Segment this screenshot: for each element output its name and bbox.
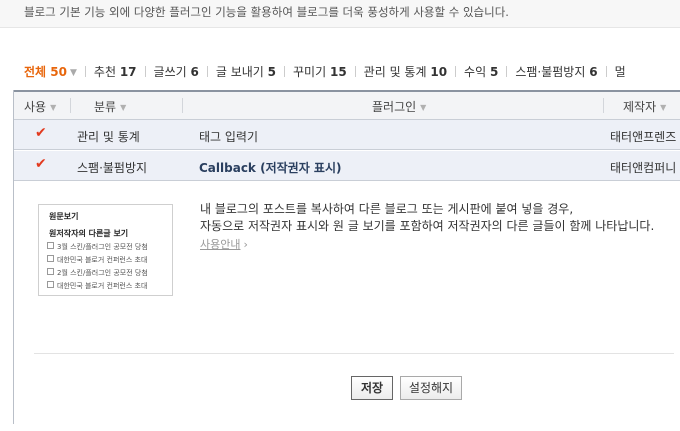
description-line-1: 내 블로그의 포스트를 복사하여 다른 블로그 또는 게시판에 붙여 넣을 경우… — [200, 202, 574, 216]
checkmark-icon[interactable]: ✔ — [35, 156, 47, 172]
save-button[interactable]: 저장 — [351, 376, 393, 400]
column-divider — [603, 98, 604, 113]
tab-separator — [84, 66, 86, 77]
row-maker: 태터앤컴퍼니 — [610, 161, 677, 175]
row-maker: 태터앤프렌즈 — [610, 130, 677, 144]
table-header: 사용 ▼ 분류 ▼ 플러그인 ▼ 제작자 ▼ — [14, 90, 680, 120]
intro-bar: 블로그 기본 기능 외에 다양한 플러그인 기능을 활용하여 블로그를 더욱 풍… — [0, 0, 680, 28]
tab-more[interactable]: 멀 — [615, 63, 626, 80]
row-plugin-name: 태그 입력기 — [199, 130, 259, 144]
tab-separator — [144, 66, 146, 77]
sort-icon: ▼ — [420, 103, 427, 112]
thumbnail-list-item: 대한민국 블로거 컨퍼런스 초대 — [47, 281, 147, 291]
tab-separator — [284, 66, 286, 77]
thumbnail-list-item: 3월 스킨/플러그인 공모전 당첨 — [47, 242, 148, 252]
row-plugin-name: Callback (저작권자 표시) — [199, 161, 342, 175]
tab-recommended[interactable]: 추천 17 — [94, 63, 137, 80]
tab-spam-protection[interactable]: 스팸·불펌방지 6 — [515, 63, 597, 80]
category-tabs: 전체 50 ▼ 추천 17 글쓰기 6 글 보내기 5 꾸미기 15 관리 및 통계 10 수… — [24, 63, 626, 81]
column-use[interactable]: 사용 ▼ — [24, 98, 56, 115]
chevron-down-icon: ▼ — [69, 68, 77, 78]
intro-text: 블로그 기본 기능 외에 다양한 플러그인 기능을 활용하여 블로그를 더욱 풍… — [24, 5, 509, 19]
sort-icon: ▼ — [50, 103, 57, 112]
tab-separator — [206, 66, 208, 77]
tab-all[interactable]: 전체 50 ▼ — [24, 63, 77, 80]
disable-settings-button[interactable]: 설정해지 — [400, 376, 462, 400]
sort-icon: ▼ — [660, 103, 667, 112]
tab-separator — [455, 66, 457, 77]
tab-separator — [354, 66, 356, 77]
column-divider — [70, 98, 71, 113]
tab-management-stats[interactable]: 관리 및 통계 10 — [364, 63, 447, 80]
table-row[interactable]: ✔ 관리 및 통계 태그 입력기 태터앤프렌즈 — [14, 120, 680, 150]
thumbnail-title: 원문보기 — [49, 212, 79, 221]
tab-decorate[interactable]: 꾸미기 15 — [293, 63, 347, 80]
chevron-right-icon: › — [243, 238, 248, 251]
column-divider — [182, 98, 183, 113]
divider — [34, 353, 674, 354]
description-line-2: 자동으로 저작권자 표시와 원 글 보기를 포함하여 저작권자의 다른 글들이 … — [200, 219, 655, 233]
row-category: 스팸·불펌방지 — [77, 161, 148, 175]
tab-writing[interactable]: 글쓰기 6 — [154, 63, 199, 80]
row-category: 관리 및 통계 — [77, 130, 140, 144]
tab-separator — [506, 66, 508, 77]
thumbnail-list-item: 2월 스킨/플러그인 공모전 당첨 — [47, 268, 148, 278]
thumbnail-list-item: 대한민국 블로거 컨퍼런스 초대 — [47, 255, 147, 265]
plugin-detail: 원문보기 원저작자의 다른글 보기 3월 스킨/플러그인 공모전 당첨 대한민국… — [14, 182, 680, 424]
checkmark-icon[interactable]: ✔ — [35, 125, 47, 141]
tab-separator — [605, 66, 607, 77]
plugin-preview-thumbnail: 원문보기 원저작자의 다른글 보기 3월 스킨/플러그인 공모전 당첨 대한민국… — [38, 204, 173, 296]
table-row-selected[interactable]: ✔ 스팸·불펌방지 Callback (저작권자 표시) 태터앤컴퍼니 — [14, 151, 680, 181]
tab-revenue[interactable]: 수익 5 — [464, 63, 498, 80]
column-plugin[interactable]: 플러그인 ▼ — [372, 98, 426, 115]
sort-icon: ▼ — [120, 103, 127, 112]
tab-send-post[interactable]: 글 보내기 5 — [216, 63, 276, 80]
thumbnail-subtitle: 원저작자의 다른글 보기 — [49, 229, 129, 238]
column-maker[interactable]: 제작자 ▼ — [623, 98, 666, 115]
usage-guide-link[interactable]: 사용안내 › — [200, 236, 248, 252]
plugin-table: 사용 ▼ 분류 ▼ 플러그인 ▼ 제작자 ▼ ✔ 관리 및 통계 태그 입력기 태터앤프… — [13, 90, 680, 424]
column-category[interactable]: 분류 ▼ — [94, 98, 126, 115]
